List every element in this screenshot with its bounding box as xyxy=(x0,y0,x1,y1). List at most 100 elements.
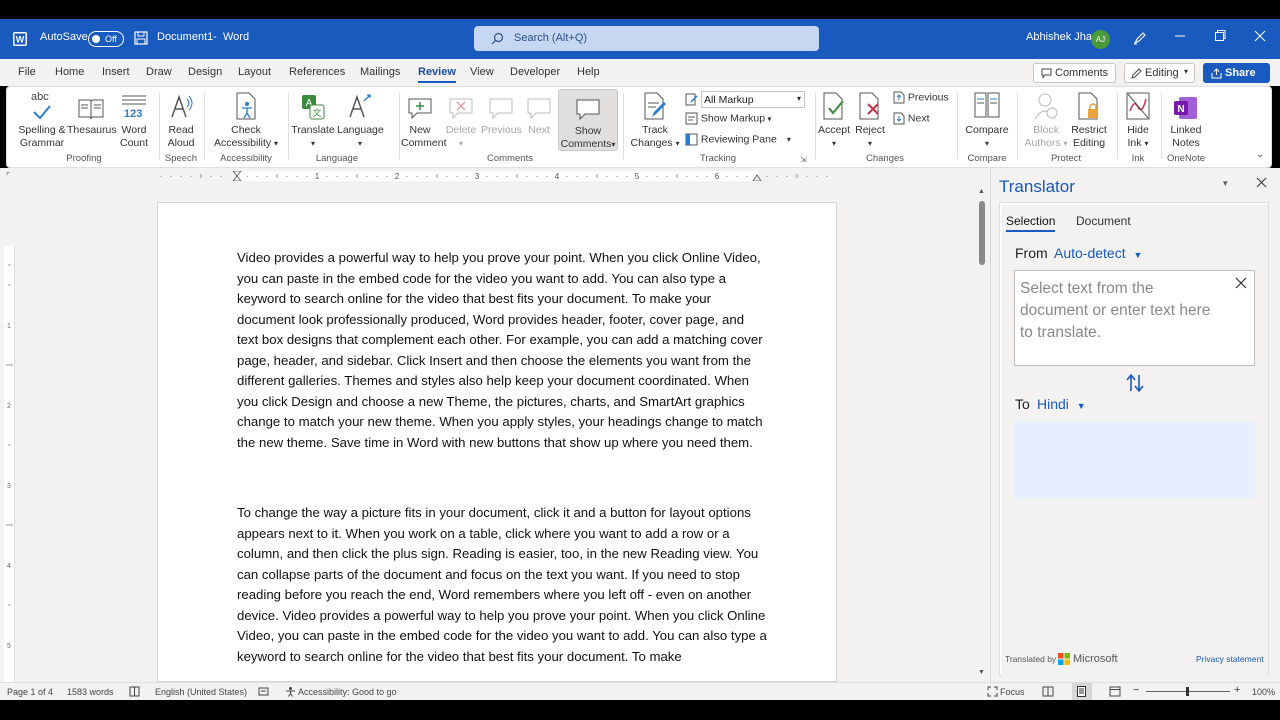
close-icon[interactable] xyxy=(1254,29,1266,43)
tab-insert[interactable]: Insert xyxy=(102,66,130,78)
tab-document[interactable]: Document xyxy=(1076,214,1131,228)
accept-button[interactable]: Accept ▾ xyxy=(817,91,851,150)
tab-view[interactable]: View xyxy=(470,66,494,78)
focus-mode[interactable]: Focus xyxy=(1000,687,1025,697)
previous-comment-button[interactable]: Previous xyxy=(481,91,522,137)
scroll-up-icon[interactable]: ▲ xyxy=(978,188,985,195)
comments-button[interactable]: Comments xyxy=(1033,63,1116,83)
close-pane-icon[interactable] xyxy=(1256,177,1267,188)
reject-button[interactable]: Reject ▾ xyxy=(853,91,887,150)
spelling-grammar-button[interactable]: abc Spelling & Grammar xyxy=(13,91,71,150)
group-protect: Protect xyxy=(1050,153,1082,164)
translated-by: Translated by xyxy=(1005,654,1057,664)
check-accessibility-button[interactable]: Check Accessibility ▾ xyxy=(208,91,284,150)
read-aloud-button[interactable]: Read Aloud xyxy=(163,91,199,150)
print-layout-icon[interactable] xyxy=(1072,683,1092,700)
tab-home[interactable]: Home xyxy=(55,66,84,78)
body-paragraph[interactable]: To change the way a picture fits in your… xyxy=(237,503,767,667)
zoom-level[interactable]: 100% xyxy=(1252,687,1275,697)
from-language-dropdown[interactable]: Auto-detect ▼ xyxy=(1054,245,1142,261)
editing-button[interactable]: Editing ▾ xyxy=(1124,63,1195,83)
page-count[interactable]: Page 1 of 4 xyxy=(7,687,53,697)
clear-text-icon[interactable] xyxy=(1235,277,1247,289)
body-paragraph[interactable]: Video provides a powerful way to help yo… xyxy=(237,248,767,453)
autosave-toggle[interactable]: Off xyxy=(88,31,124,47)
scrollbar-thumb[interactable] xyxy=(979,201,985,265)
read-mode-icon[interactable] xyxy=(1042,686,1054,697)
group-accessibility: Accessibility xyxy=(220,153,272,164)
tab-selection[interactable]: Selection xyxy=(1006,214,1056,232)
tab-help[interactable]: Help xyxy=(577,66,600,78)
tab-review[interactable]: Review xyxy=(418,66,456,83)
source-text-input[interactable]: Select text from the document or enter t… xyxy=(1014,270,1255,366)
next-change-button[interactable]: Next xyxy=(893,112,930,125)
translate-button[interactable]: A文 Translate ▾ xyxy=(291,91,335,150)
language-icon xyxy=(349,94,371,118)
focus-icon[interactable] xyxy=(987,686,998,697)
privacy-statement-link[interactable]: Privacy statement xyxy=(1196,654,1264,664)
document-name: Document1 xyxy=(157,31,214,43)
language-status[interactable]: English (United States) xyxy=(155,687,247,697)
proofing-status-icon[interactable] xyxy=(129,686,140,697)
zoom-slider-thumb[interactable] xyxy=(1186,687,1189,696)
restrict-editing-button[interactable]: Restrict Editing xyxy=(1069,91,1109,150)
markup-select[interactable]: All Markup ▾ xyxy=(685,91,805,108)
share-button[interactable]: Share xyxy=(1203,63,1270,83)
vertical-scrollbar[interactable]: ▲ ▼ xyxy=(975,185,989,682)
tab-selector-icon[interactable]: ⌜ xyxy=(6,171,10,182)
web-layout-icon[interactable] xyxy=(1109,686,1121,697)
group-comments: Comments xyxy=(487,153,533,164)
user-name[interactable]: Abhishek Jha xyxy=(1026,31,1092,43)
zoom-out-icon[interactable]: − xyxy=(1133,684,1139,696)
tab-mailings[interactable]: Mailings xyxy=(360,66,400,78)
autosave-label: AutoSave xyxy=(40,31,88,43)
track-changes-button[interactable]: Track Changes ▾ xyxy=(629,91,681,150)
save-icon[interactable] xyxy=(134,31,148,45)
compare-button[interactable]: Compare ▾ xyxy=(962,91,1012,150)
svg-text:4: 4 xyxy=(7,563,11,570)
minimize-icon[interactable] xyxy=(1174,29,1186,43)
word-logo-icon: W xyxy=(13,32,27,46)
document-page[interactable]: Video provides a powerful way to help yo… xyxy=(157,202,837,682)
tab-references[interactable]: References xyxy=(289,66,345,78)
show-comments-button[interactable]: Show Comments▾ xyxy=(558,89,618,151)
swap-languages-icon[interactable] xyxy=(1126,373,1144,393)
word-count-button[interactable]: 123 Word Count xyxy=(115,91,153,150)
pen-icon[interactable] xyxy=(1133,31,1147,45)
language-button[interactable]: Language ▾ xyxy=(337,91,384,150)
word-count[interactable]: 1583 words xyxy=(67,687,114,697)
search-box[interactable]: Search (Alt+Q) xyxy=(474,26,819,51)
tab-file[interactable]: File xyxy=(18,66,36,78)
to-language-dropdown[interactable]: Hindi ▼ xyxy=(1037,396,1086,412)
new-comment-button[interactable]: New Comment xyxy=(401,91,447,150)
thesaurus-button[interactable]: Thesaurus xyxy=(67,91,117,137)
previous-change-button[interactable]: Previous xyxy=(893,91,949,104)
pane-options-icon[interactable]: ▾ xyxy=(1223,178,1228,189)
search-placeholder: Search (Alt+Q) xyxy=(514,32,588,44)
next-comment-button[interactable]: Next xyxy=(524,91,554,137)
translate-icon: A文 xyxy=(302,95,325,120)
hide-ink-button[interactable]: Hide Ink ▾ xyxy=(1121,91,1155,150)
tab-draw[interactable]: Draw xyxy=(146,66,172,78)
group-changes: Changes xyxy=(865,153,905,164)
dialog-launcher-icon[interactable]: ⇲ xyxy=(800,155,807,164)
linked-notes-button[interactable]: N Linked Notes xyxy=(1165,91,1207,150)
tab-layout[interactable]: Layout xyxy=(238,66,271,78)
delete-comment-button[interactable]: Delete ▾ xyxy=(445,91,477,150)
accessibility-status-icon[interactable] xyxy=(285,686,296,697)
share-icon xyxy=(1211,68,1222,79)
scroll-down-icon[interactable]: ▼ xyxy=(978,669,985,676)
zoom-in-icon[interactable]: + xyxy=(1234,684,1240,696)
block-authors-button[interactable]: Block Authors ▾ xyxy=(1023,91,1069,150)
tab-developer[interactable]: Developer xyxy=(510,66,560,78)
translator-title: Translator xyxy=(999,177,1075,196)
macro-icon[interactable] xyxy=(258,686,269,697)
tab-design[interactable]: Design xyxy=(188,66,222,78)
reviewing-pane-button[interactable]: Reviewing Pane ▾ xyxy=(685,133,791,146)
show-markup-button[interactable]: Show Markup ▾ xyxy=(685,112,771,125)
collapse-ribbon-icon[interactable]: ⌄ xyxy=(1256,149,1264,160)
restore-icon[interactable] xyxy=(1214,29,1226,43)
accessibility-status[interactable]: Accessibility: Good to go xyxy=(298,687,397,697)
avatar[interactable]: AJ xyxy=(1091,30,1110,49)
show-markup-icon xyxy=(685,112,698,125)
